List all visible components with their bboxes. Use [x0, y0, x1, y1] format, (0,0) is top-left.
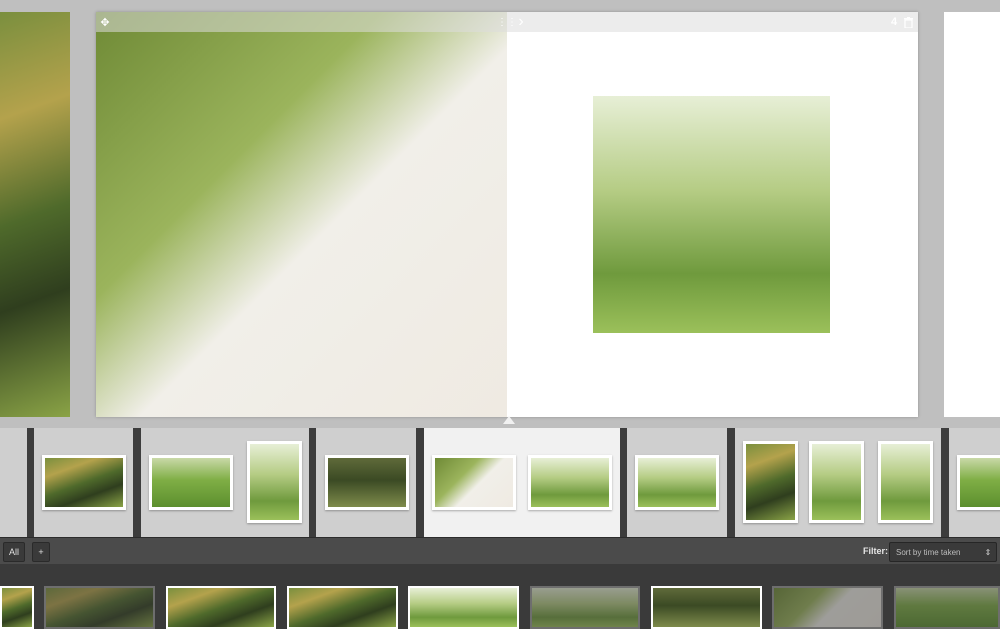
sort-select[interactable]: Sort by time taken ⇕ — [889, 542, 997, 562]
spread-thumbnail[interactable] — [141, 428, 309, 537]
library-photo[interactable] — [651, 586, 762, 629]
spread-thumbnail[interactable] — [0, 428, 27, 537]
spread-photo — [42, 455, 126, 510]
move-icon[interactable]: ✥ — [98, 14, 112, 30]
add-button[interactable]: + — [32, 542, 50, 562]
updown-arrows-icon: ⇕ — [984, 547, 992, 557]
spread-photo — [878, 441, 933, 523]
spread-thumbnail[interactable] — [34, 428, 133, 537]
sort-select-value: Sort by time taken — [896, 547, 961, 557]
chevron-right-icon[interactable]: › — [512, 12, 530, 32]
library-photo-used[interactable] — [894, 586, 1000, 629]
library-photo[interactable] — [408, 586, 519, 629]
spread-photo — [957, 455, 1000, 510]
spread-thumbnail-active[interactable] — [424, 428, 620, 537]
spread-photo — [432, 455, 516, 510]
library-photo[interactable] — [0, 586, 34, 629]
spread-thumbnail[interactable] — [316, 428, 416, 537]
previous-spread-edge[interactable] — [0, 12, 70, 417]
library-photo[interactable] — [166, 586, 276, 629]
spread-photo — [247, 441, 302, 523]
next-spread-edge[interactable] — [944, 12, 1000, 417]
library-photo[interactable] — [287, 586, 398, 629]
spread-photo — [743, 441, 798, 523]
spread-photo — [635, 455, 719, 510]
all-button[interactable]: All — [3, 542, 25, 562]
active-spread-caret — [503, 416, 515, 424]
spread-photo — [149, 455, 233, 510]
library-photo-used[interactable] — [44, 586, 155, 629]
spread-photo — [325, 455, 409, 510]
left-page-photo[interactable] — [96, 12, 507, 417]
spread-thumbnail[interactable] — [735, 428, 941, 537]
right-page-photo[interactable] — [593, 96, 830, 333]
trash-icon[interactable] — [902, 14, 914, 30]
library-photo-used[interactable] — [530, 586, 640, 629]
library-photo-used[interactable] — [772, 586, 883, 629]
grip-icon[interactable]: ⋮⋮ — [497, 14, 517, 30]
spread-photo — [809, 441, 864, 523]
spread-photo — [528, 455, 612, 510]
filter-label: Filter: — [862, 546, 888, 556]
page-number: 4 — [890, 16, 898, 28]
spread-thumbnail[interactable] — [627, 428, 727, 537]
spread-thumbnail[interactable] — [949, 428, 1000, 537]
